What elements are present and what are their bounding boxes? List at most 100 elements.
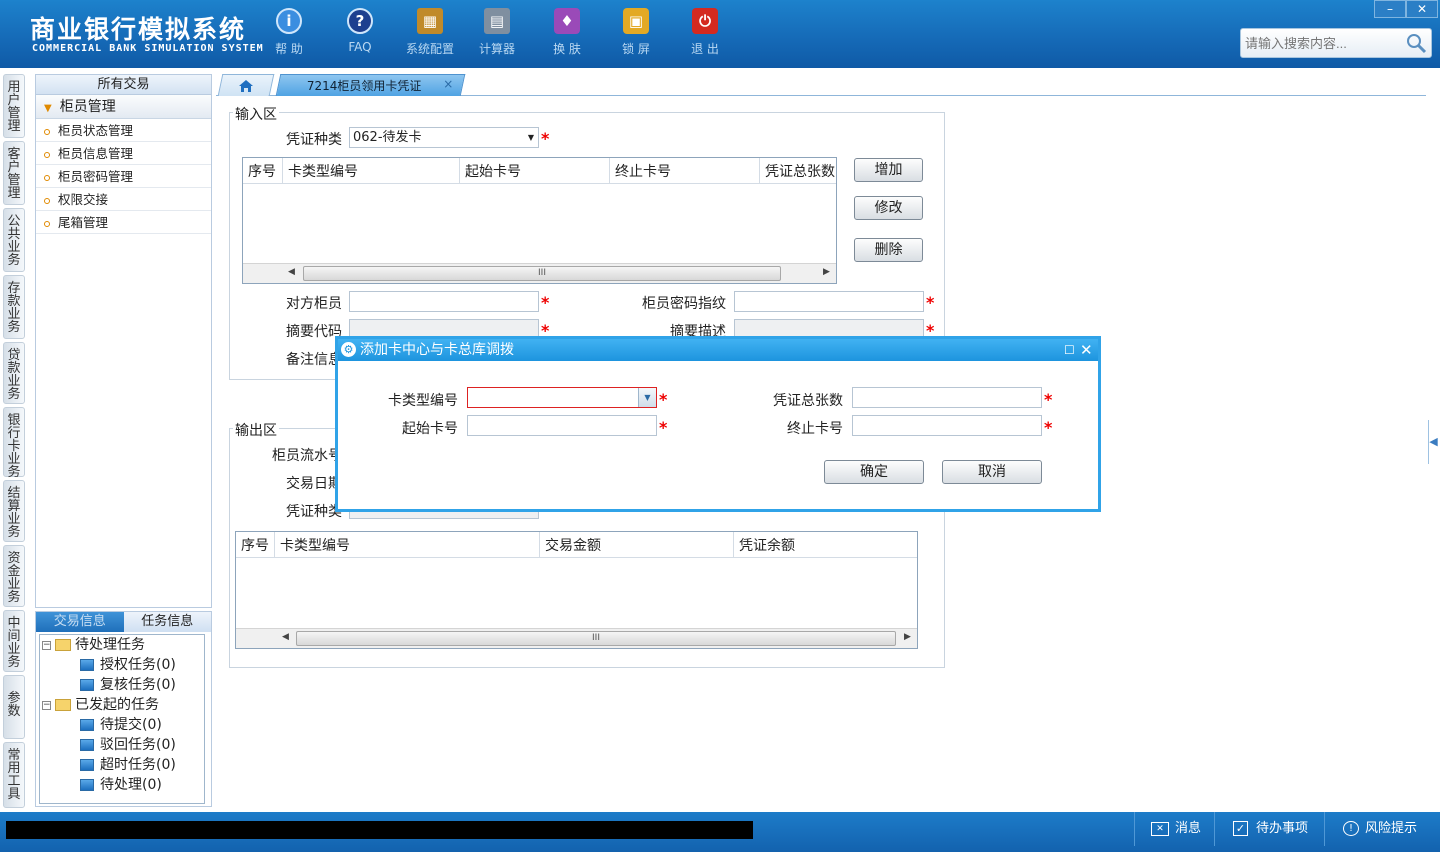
home-icon[interactable] bbox=[238, 79, 254, 93]
task-panel-tabs: 交易信息 任务信息 bbox=[36, 612, 211, 632]
vtab-parameters[interactable]: 参数 bbox=[3, 675, 25, 739]
add-button[interactable]: 增加 bbox=[854, 158, 923, 182]
lock-screen-label: 锁 屏 bbox=[622, 42, 650, 56]
tree-node-to-process[interactable]: 待处理(0) bbox=[80, 775, 162, 795]
vtab-user-management[interactable]: 用户管理 bbox=[3, 74, 25, 138]
maximize-icon[interactable]: ☐ bbox=[1064, 339, 1075, 361]
col-header[interactable]: 卡类型编号 bbox=[283, 158, 460, 183]
question-icon: ? bbox=[347, 8, 373, 34]
end-card-input[interactable] bbox=[852, 415, 1042, 436]
col-header[interactable]: 起始卡号 bbox=[460, 158, 610, 183]
col-header[interactable]: 卡类型编号 bbox=[275, 532, 540, 557]
sidebar-item-tail-box[interactable]: 尾箱管理 bbox=[36, 211, 211, 234]
transaction-sidebar: 所有交易 ▼ 柜员管理 柜员状态管理 柜员信息管理 柜员密码管理 权限交接 尾箱管… bbox=[35, 74, 212, 608]
help-button[interactable]: i 帮 助 bbox=[256, 8, 322, 57]
tree-node-timeout[interactable]: 超时任务(0) bbox=[80, 755, 176, 775]
teller-password-input[interactable] bbox=[734, 291, 924, 312]
vtab-settlement-business[interactable]: 结算业务 bbox=[3, 480, 25, 542]
counterpart-teller-input[interactable] bbox=[349, 291, 539, 312]
app-subtitle: COMMERCIAL BANK SIMULATION SYSTEM bbox=[32, 43, 264, 54]
edit-button[interactable]: 修改 bbox=[854, 196, 923, 220]
close-tab-icon[interactable]: × bbox=[443, 77, 453, 91]
vtab-intermediate-business[interactable]: 中间业务 bbox=[3, 610, 25, 672]
risk-alert-label: 风险提示 bbox=[1365, 821, 1418, 836]
vtab-public-business[interactable]: 公共业务 bbox=[3, 208, 25, 272]
cancel-button[interactable]: 取消 bbox=[942, 460, 1042, 484]
faq-button[interactable]: ? FAQ bbox=[327, 8, 393, 54]
skin-button[interactable]: ♦ 换 肤 bbox=[534, 8, 600, 57]
col-header[interactable]: 序号 bbox=[236, 532, 275, 557]
sidebar-group-teller-management[interactable]: ▼ 柜员管理 bbox=[36, 95, 211, 119]
minimize-button[interactable]: – bbox=[1374, 0, 1406, 18]
tree-node-label: 授权任务(0) bbox=[100, 657, 176, 673]
scroll-thumb[interactable]: III bbox=[303, 266, 781, 281]
vtab-fund-business[interactable]: 资金业务 bbox=[3, 545, 25, 607]
sidebar-item-label: 柜员密码管理 bbox=[58, 169, 134, 184]
tree-node-pending[interactable]: − 待处理任务 bbox=[42, 635, 145, 655]
scroll-right-icon[interactable]: ▶ bbox=[904, 632, 911, 642]
exit-button[interactable]: ⏻ 退 出 bbox=[672, 8, 738, 57]
output-grid: 序号 卡类型编号 交易金额 凭证余额 ◀ III ▶ bbox=[235, 531, 918, 649]
close-window-button[interactable]: ✕ bbox=[1406, 0, 1438, 18]
tree-node-review-tasks[interactable]: 复核任务(0) bbox=[80, 675, 176, 695]
calculator-button[interactable]: ▤ 计算器 bbox=[464, 8, 530, 57]
scroll-right-icon[interactable]: ▶ bbox=[823, 267, 830, 277]
tree-node-rejected[interactable]: 驳回任务(0) bbox=[80, 735, 176, 755]
col-header[interactable]: 交易金额 bbox=[540, 532, 734, 557]
output-area-legend: 输出区 bbox=[233, 420, 279, 440]
info-icon: i bbox=[276, 8, 302, 34]
tree-node-initiated[interactable]: − 已发起的任务 bbox=[42, 695, 159, 715]
sidebar-item-teller-password[interactable]: 柜员密码管理 bbox=[36, 165, 211, 188]
card-type-select[interactable]: ▼ bbox=[467, 387, 657, 408]
sidebar-item-teller-info[interactable]: 柜员信息管理 bbox=[36, 142, 211, 165]
horizontal-scrollbar[interactable]: ◀ III ▶ bbox=[236, 628, 917, 648]
sidebar-header[interactable]: 所有交易 bbox=[36, 75, 211, 95]
lock-screen-button[interactable]: ▣ 锁 屏 bbox=[603, 8, 669, 57]
col-header[interactable]: 序号 bbox=[243, 158, 283, 183]
chevron-down-icon[interactable]: ▼ bbox=[528, 128, 534, 147]
col-header[interactable]: 终止卡号 bbox=[610, 158, 760, 183]
collapse-right-panel-icon[interactable]: ◀ bbox=[1428, 420, 1438, 464]
sidebar-item-permission-handover[interactable]: 权限交接 bbox=[36, 188, 211, 211]
sidebar-item-label: 权限交接 bbox=[58, 192, 109, 207]
scroll-left-icon[interactable]: ◀ bbox=[288, 267, 295, 277]
vtab-customer-management[interactable]: 客户管理 bbox=[3, 141, 25, 205]
task-tree: − 待处理任务 授权任务(0) 复核任务(0) − 已发起的任务 待提交(0) 驳回… bbox=[39, 634, 205, 804]
close-icon[interactable]: ✕ bbox=[1080, 339, 1093, 361]
vtab-bank-card-business[interactable]: 银行卡业务 bbox=[3, 407, 25, 479]
col-header[interactable]: 凭证总张数 bbox=[760, 158, 836, 183]
start-card-input[interactable] bbox=[467, 415, 657, 436]
dialog-titlebar[interactable]: ⚙ 添加卡中心与卡总库调拨 ☐ ✕ bbox=[338, 339, 1098, 361]
chevron-down-icon[interactable]: ▼ bbox=[638, 388, 656, 407]
tab-task-info[interactable]: 任务信息 bbox=[123, 612, 211, 632]
vtab-common-tools[interactable]: 常用工具 bbox=[3, 742, 25, 808]
scroll-left-icon[interactable]: ◀ bbox=[282, 632, 289, 642]
ok-button[interactable]: 确定 bbox=[824, 460, 924, 484]
horizontal-scrollbar[interactable]: ◀ III ▶ bbox=[243, 263, 836, 283]
required-mark: * bbox=[659, 418, 668, 437]
collapse-icon[interactable]: − bbox=[42, 700, 51, 710]
collapse-icon[interactable]: − bbox=[42, 640, 51, 650]
sidebar-item-teller-status[interactable]: 柜员状态管理 bbox=[36, 119, 211, 142]
vtab-deposit-business[interactable]: 存款业务 bbox=[3, 275, 25, 339]
search-icon[interactable] bbox=[1405, 32, 1427, 54]
bullet-icon bbox=[44, 128, 50, 135]
delete-button[interactable]: 删除 bbox=[854, 238, 923, 262]
total-count-input[interactable] bbox=[852, 387, 1042, 408]
col-header[interactable]: 凭证余额 bbox=[734, 532, 917, 557]
scroll-thumb[interactable]: III bbox=[296, 631, 896, 646]
tab-7214[interactable]: 7214柜员领用卡凭证 × bbox=[275, 74, 466, 96]
search-input[interactable] bbox=[1241, 29, 1401, 57]
sidebar-item-label: 柜员状态管理 bbox=[58, 123, 134, 138]
risk-alert-button[interactable]: ! 风险提示 bbox=[1324, 812, 1440, 846]
voucher-type-select[interactable]: 062-待发卡 ▼ bbox=[349, 127, 539, 148]
system-config-button[interactable]: ▦ 系统配置 bbox=[397, 8, 463, 57]
task-icon bbox=[80, 779, 94, 791]
messages-button[interactable]: ✕ 消息 bbox=[1134, 812, 1214, 846]
todo-button[interactable]: ✓ 待办事项 bbox=[1214, 812, 1324, 846]
vtab-loan-business[interactable]: 贷款业务 bbox=[3, 342, 25, 404]
tree-node-to-submit[interactable]: 待提交(0) bbox=[80, 715, 162, 735]
tree-node-auth-tasks[interactable]: 授权任务(0) bbox=[80, 655, 176, 675]
end-card-label: 终止卡号 bbox=[787, 421, 843, 437]
tab-transaction-info[interactable]: 交易信息 bbox=[36, 612, 124, 632]
